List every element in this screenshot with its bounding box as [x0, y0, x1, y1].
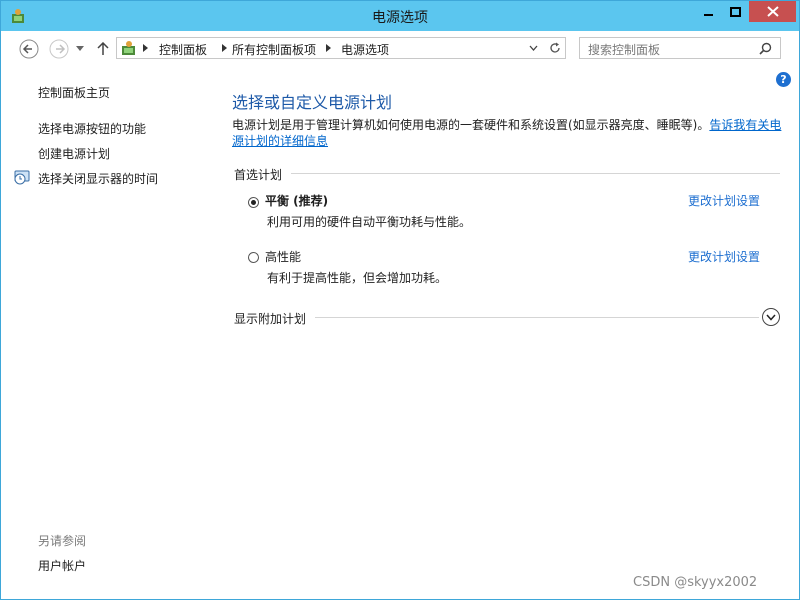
close-icon [766, 6, 779, 17]
search-input[interactable]: 搜索控制面板 [588, 41, 660, 58]
plan-high-performance-radio[interactable] [248, 252, 259, 263]
help-icon[interactable]: ? [776, 72, 791, 87]
sidebar-power-button-link[interactable]: 选择电源按钮的功能 [38, 120, 146, 137]
plan-balanced-name[interactable]: 平衡 (推荐) [265, 192, 328, 209]
chevron-down-icon [76, 46, 84, 51]
chevron-down-icon [766, 314, 776, 321]
back-arrow-icon [19, 39, 39, 59]
sidebar-create-plan-link[interactable]: 创建电源计划 [38, 145, 110, 162]
navigation-bar: 控制面板 所有控制面板项 电源选项 搜索控制面板 [1, 31, 799, 67]
section-divider [315, 317, 759, 318]
minimize-icon [703, 13, 713, 16]
sidebar-display-off-link[interactable]: 选择关闭显示器的时间 [38, 170, 158, 187]
plan-high-performance-description: 有利于提高性能，但会增加功耗。 [267, 271, 448, 285]
description-text: 电源计划是用于管理计算机如何使用电源的一套硬件和系统设置(如显示器亮度、睡眠等)… [232, 118, 710, 132]
sidebar-home-link[interactable]: 控制面板主页 [38, 84, 110, 101]
title-bar[interactable]: 电源选项 [1, 1, 799, 31]
breadcrumb-control-panel[interactable]: 控制面板 [159, 41, 207, 58]
forward-arrow-icon [49, 39, 69, 59]
control-panel-icon [122, 41, 135, 55]
maximize-button[interactable] [722, 1, 749, 22]
breadcrumb-separator-icon [143, 44, 148, 52]
preferred-plans-heading: 首选计划 [234, 168, 283, 182]
up-button[interactable] [94, 39, 112, 59]
power-options-window: 电源选项 控制面板 所有控制面板项 电源选项 搜索控制面板 控制面板主页 选择电… [0, 0, 800, 600]
plan-balanced-radio[interactable] [248, 197, 259, 208]
expand-additional-plans-button[interactable] [762, 308, 780, 326]
see-also-heading: 另请参阅 [38, 534, 87, 548]
minimize-button[interactable] [695, 1, 722, 22]
watermark: CSDN @skyyx2002 [633, 575, 758, 590]
display-timer-icon [14, 170, 30, 185]
close-button[interactable] [749, 1, 796, 22]
page-title: 选择或自定义电源计划 [232, 93, 393, 112]
plan-balanced-description: 利用可用的硬件自动平衡功耗与性能。 [267, 215, 472, 229]
maximize-icon [730, 6, 741, 17]
breadcrumb-all-items[interactable]: 所有控制面板项 [232, 41, 316, 58]
show-additional-plans-heading[interactable]: 显示附加计划 [234, 310, 306, 327]
address-bar[interactable]: 控制面板 所有控制面板项 电源选项 [116, 37, 566, 59]
plan-high-performance-change-settings-link[interactable]: 更改计划设置 [688, 248, 760, 265]
section-divider [291, 173, 780, 174]
see-also-user-accounts-link[interactable]: 用户帐户 [38, 557, 86, 574]
recent-locations-button[interactable] [73, 39, 87, 59]
breadcrumb-power-options[interactable]: 电源选项 [341, 41, 389, 58]
chevron-down-icon[interactable] [529, 45, 538, 51]
plan-high-performance-name[interactable]: 高性能 [265, 248, 301, 265]
window-title: 电源选项 [372, 10, 428, 26]
breadcrumb-separator-icon[interactable] [222, 44, 227, 52]
plan-balanced-change-settings-link[interactable]: 更改计划设置 [688, 192, 760, 209]
forward-button[interactable] [49, 39, 69, 59]
search-icon[interactable] [759, 42, 772, 55]
breadcrumb-separator-icon[interactable] [326, 44, 331, 52]
search-box[interactable]: 搜索控制面板 [579, 37, 781, 59]
page-description: 电源计划是用于管理计算机如何使用电源的一套硬件和系统设置(如显示器亮度、睡眠等)… [232, 117, 784, 149]
back-button[interactable] [19, 39, 39, 59]
refresh-icon[interactable] [549, 42, 561, 54]
up-arrow-icon [97, 42, 109, 55]
